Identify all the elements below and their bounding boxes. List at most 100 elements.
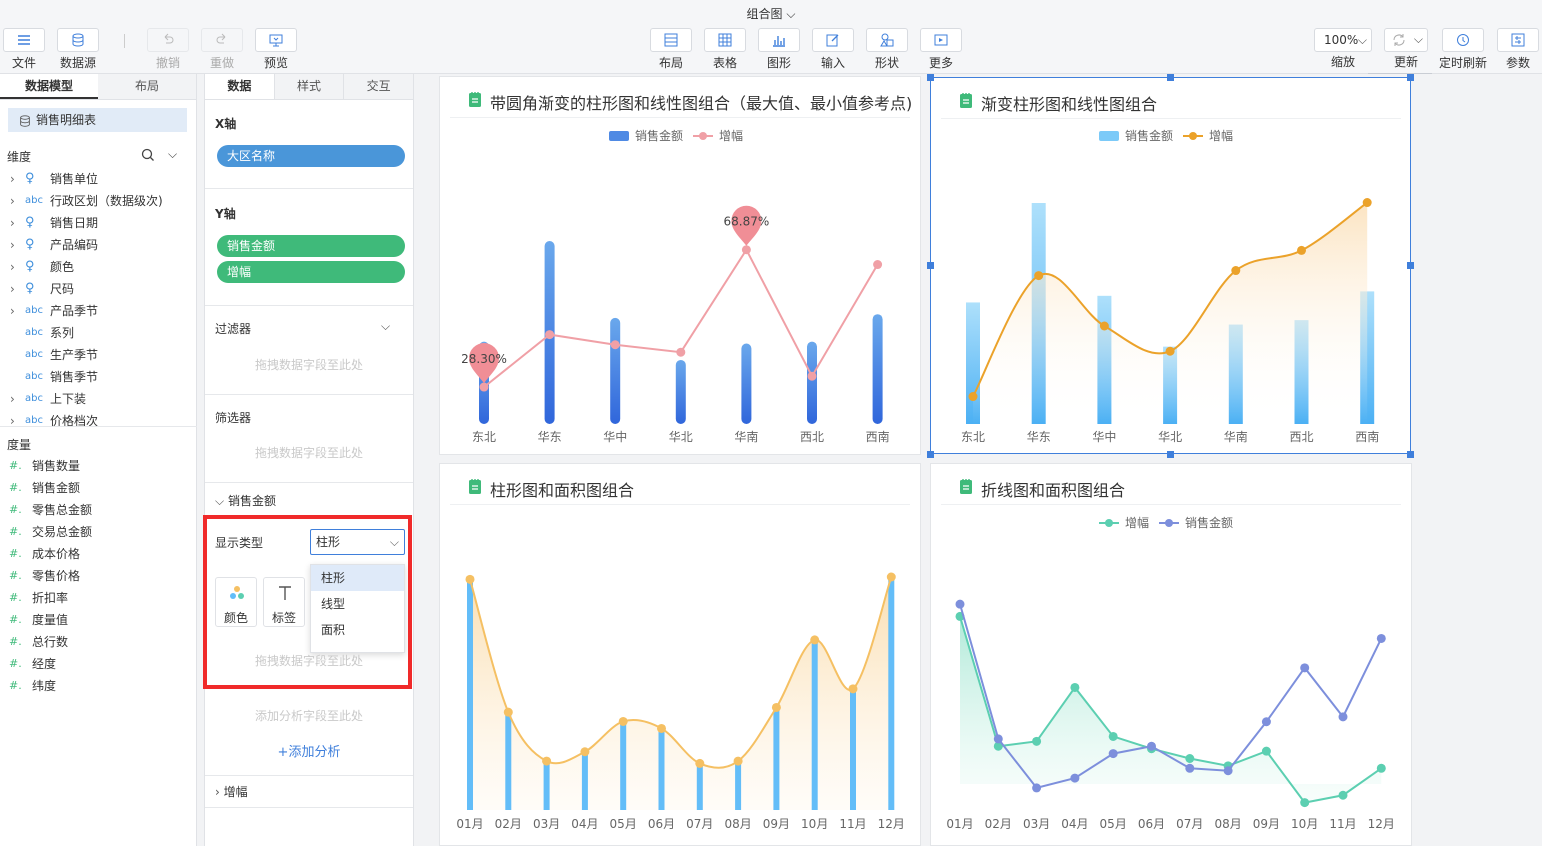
chevron-right-icon[interactable]: › bbox=[10, 410, 15, 432]
document-title[interactable]: 组合图 ⌵ bbox=[0, 5, 1542, 22]
measure-item[interactable]: #. 折扣率 bbox=[0, 587, 197, 609]
filter-drop-zone[interactable]: 拖拽数据字段至此处 bbox=[205, 356, 413, 373]
more-button[interactable]: 更多 bbox=[919, 28, 963, 70]
measure-label: 销售数量 bbox=[32, 459, 81, 473]
chevron-right-icon[interactable]: › bbox=[10, 278, 15, 300]
chevron-down-icon[interactable]: ⌵ bbox=[168, 147, 177, 162]
layout-icon bbox=[650, 28, 692, 52]
file-button[interactable]: 文件 bbox=[2, 28, 46, 70]
dimension-item[interactable]: abc 系列 bbox=[0, 322, 197, 344]
chevron-down-icon: ⌵ bbox=[215, 494, 225, 508]
table-button[interactable]: 表格 bbox=[703, 28, 747, 70]
tab-layout[interactable]: 布局 bbox=[98, 74, 196, 99]
chevron-right-icon[interactable]: › bbox=[10, 300, 15, 322]
tab-interaction[interactable]: 交互 bbox=[344, 74, 414, 99]
measure-item[interactable]: #. 零售价格 bbox=[0, 565, 197, 587]
resize-handle[interactable] bbox=[927, 451, 934, 458]
measure-label: 经度 bbox=[32, 657, 57, 671]
dimension-item[interactable]: abc 销售季节 bbox=[0, 366, 197, 388]
chart-card-4[interactable]: 折线图和面积图组合 增幅 销售金额 01月 02月 03月 04月 05月 06月 07月 08月… bbox=[930, 463, 1412, 846]
resize-handle[interactable] bbox=[1407, 262, 1414, 269]
chevron-right-icon[interactable]: › bbox=[10, 168, 15, 190]
x-tick-label: 华南 bbox=[1224, 429, 1248, 444]
dimension-item[interactable]: › ♀ 产品编码 bbox=[0, 234, 197, 256]
x-tick-label: 04月 bbox=[571, 817, 598, 831]
area-fill bbox=[470, 577, 892, 810]
bar-chart-icon bbox=[758, 28, 800, 52]
measure-item[interactable]: #. 成本价格 bbox=[0, 543, 197, 565]
area-fill bbox=[960, 616, 1382, 803]
chevron-right-icon[interactable]: › bbox=[10, 256, 15, 278]
tab-data[interactable]: 数据 bbox=[205, 74, 275, 99]
scheduled-refresh-button[interactable]: 定时刷新 bbox=[1438, 28, 1488, 70]
dimension-item[interactable]: › ♀ 销售单位 bbox=[0, 168, 197, 190]
resize-handle[interactable] bbox=[927, 74, 934, 81]
redo-button[interactable]: 重做 bbox=[200, 28, 244, 70]
measure-item[interactable]: #. 交易总金额 bbox=[0, 521, 197, 543]
measure-item[interactable]: #. 度量值 bbox=[0, 609, 197, 631]
x-tick-label: 东北 bbox=[472, 430, 496, 444]
bar bbox=[505, 712, 512, 810]
bar bbox=[675, 359, 686, 424]
resize-handle[interactable] bbox=[1407, 451, 1414, 458]
y-field-pill-growth[interactable]: 增幅 bbox=[217, 261, 405, 283]
geo-icon: ♀ bbox=[25, 281, 35, 296]
preview-button[interactable]: 预览 bbox=[254, 28, 298, 70]
tab-style[interactable]: 样式 bbox=[274, 74, 345, 99]
chart-card-3[interactable]: 柱形图和面积图组合 01月 02月 03月 04月 05月 06月 07月 08月 09月 10月… bbox=[439, 463, 921, 846]
chart-card-1[interactable]: 带圆角渐变的柱形图和线性图组合（最大值、最小值参考点) 销售金额 增幅 东北 华东 华中… bbox=[439, 76, 921, 455]
resize-handle[interactable] bbox=[927, 262, 934, 269]
bar bbox=[811, 639, 818, 810]
measure-item[interactable]: #. 销售数量 bbox=[0, 455, 197, 477]
numeric-type-icon: #. bbox=[9, 613, 22, 626]
chevron-right-icon[interactable]: › bbox=[10, 234, 15, 256]
dimension-item[interactable]: › ♀ 销售日期 bbox=[0, 212, 197, 234]
x-field-pill[interactable]: 大区名称 bbox=[217, 145, 405, 167]
search-icon[interactable] bbox=[141, 148, 155, 162]
measure-item[interactable]: #. 经度 bbox=[0, 653, 197, 675]
dimensions-heading: 维度 bbox=[7, 150, 32, 164]
dimension-item[interactable]: › abc 上下装 bbox=[0, 388, 197, 410]
measure-item[interactable]: #. 纬度 bbox=[0, 675, 197, 697]
update-button[interactable]: ⌵ bbox=[1384, 28, 1428, 52]
dimension-item[interactable]: › ♀ 颜色 bbox=[0, 256, 197, 278]
data-point bbox=[1300, 663, 1310, 673]
chevron-down-icon[interactable]: ⌵ bbox=[381, 319, 390, 334]
dimension-item[interactable]: abc 生产季节 bbox=[0, 344, 197, 366]
chevron-right-icon[interactable]: › bbox=[10, 212, 15, 234]
chevron-right-icon[interactable]: › bbox=[10, 388, 15, 410]
analysis-drop-zone[interactable]: 添加分析字段至此处 bbox=[205, 707, 413, 724]
measure-item[interactable]: #. 零售总金额 bbox=[0, 499, 197, 521]
resize-handle[interactable] bbox=[1407, 74, 1414, 81]
chevron-right-icon[interactable]: › bbox=[10, 190, 15, 212]
dimension-item[interactable]: › abc 行政区划（数据级次) bbox=[0, 190, 197, 212]
y-field-pill-sales[interactable]: 销售金额 bbox=[217, 235, 405, 257]
params-button[interactable]: 参数 bbox=[1496, 28, 1540, 70]
measure-item[interactable]: #. 销售金额 bbox=[0, 477, 197, 499]
dimension-item[interactable]: › abc 产品季节 bbox=[0, 300, 197, 322]
growth-section-header[interactable]: › 增幅 bbox=[215, 783, 248, 800]
undo-button[interactable]: 撤销 bbox=[146, 28, 190, 70]
dimension-item[interactable]: › ♀ 尺码 bbox=[0, 278, 197, 300]
datasource-button[interactable]: 数据源 bbox=[56, 28, 100, 70]
selector-drop-zone[interactable]: 拖拽数据字段至此处 bbox=[205, 444, 413, 461]
sales-section-header[interactable]: ⌵ 销售金额 bbox=[215, 492, 276, 509]
measure-item[interactable]: #. 总行数 bbox=[0, 631, 197, 653]
shape-button[interactable]: 形状 bbox=[865, 28, 909, 70]
chart-label: 图形 bbox=[766, 56, 791, 70]
dimension-label: 颜色 bbox=[50, 260, 75, 274]
chart-button[interactable]: 图形 bbox=[757, 28, 801, 70]
data-point bbox=[873, 260, 883, 270]
measure-label: 销售金额 bbox=[32, 481, 81, 495]
x-tick-label: 华中 bbox=[603, 429, 627, 444]
dimension-item[interactable]: › abc 价格档次 bbox=[0, 410, 197, 432]
chart-card-2[interactable]: 渐变柱形图和线性图组合 销售金额 增幅 东北 华东 华中 华北 华南 西北 西南 bbox=[930, 77, 1411, 454]
tab-data-model[interactable]: 数据模型 bbox=[0, 74, 98, 99]
add-analysis-button[interactable]: +添加分析 bbox=[205, 741, 413, 760]
layout-button[interactable]: 布局 bbox=[649, 28, 693, 70]
dataset-item[interactable]: 销售明细表 bbox=[8, 108, 187, 132]
zoom-select[interactable]: 100% ⌵ bbox=[1314, 28, 1372, 52]
resize-handle[interactable] bbox=[1167, 451, 1174, 458]
input-button[interactable]: 输入 bbox=[811, 28, 855, 70]
resize-handle[interactable] bbox=[1167, 74, 1174, 81]
